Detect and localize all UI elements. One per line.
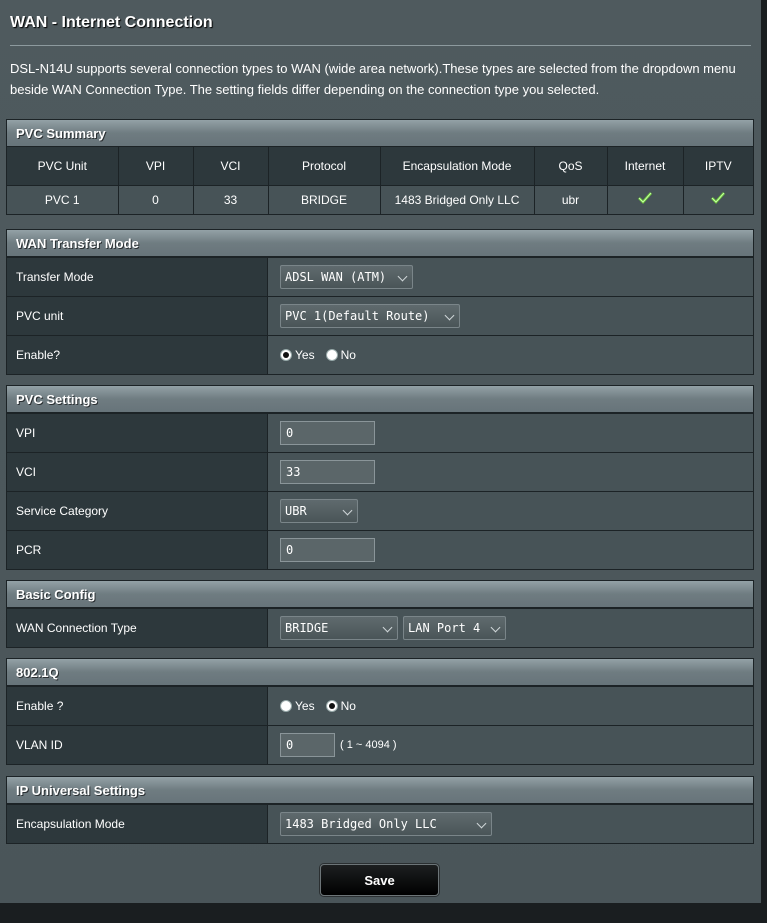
enable-row: Enable? Yes No [7,335,753,374]
transfer-mode-select[interactable]: ADSL WAN (ATM) [280,265,413,289]
vci-input[interactable]: 33 [280,460,375,484]
pcr-label: PCR [7,531,268,569]
vlan-id-label: VLAN ID [7,726,268,764]
encapsulation-mode-select[interactable]: 1483 Bridged Only LLC [280,812,492,836]
enable-yes-radio[interactable]: Yes [280,348,315,362]
pvc-unit-select[interactable]: PVC 1(Default Route) [280,304,460,328]
transfer-mode-row: Transfer Mode ADSL WAN (ATM) [7,257,753,296]
section-title-pvc-summary: PVC Summary [7,120,753,147]
pvc-unit-row: PVC unit PVC 1(Default Route) [7,296,753,335]
pvc-unit-label: PVC unit [7,297,268,335]
service-category-value: UBR [285,504,307,518]
vpi-label: VPI [7,414,268,452]
chevron-down-icon [382,622,393,633]
radio-label-no: No [340,699,356,713]
section-title-basic-config: Basic Config [7,581,753,608]
radio-selected-icon [325,700,338,712]
column-header: QoS [534,147,608,185]
pvc-unit-value: PVC 1(Default Route) [285,309,430,323]
cell-vpi: 0 [118,184,194,214]
page-title: WAN - Internet Connection [10,14,213,31]
enable-label: Enable? [7,336,268,374]
pvc-summary-table: PVC Unit VPI VCI Protocol Encapsulation … [7,147,753,214]
vci-row: VCI 33 [7,452,753,491]
pvc-summary-section: PVC Summary PVC Unit VPI VCI Protocol En… [6,119,754,215]
radio-unselected-icon [325,349,338,361]
cell-pvc-unit: PVC 1 [7,184,119,214]
dot1q-enable-row: Enable ? Yes No [7,686,753,725]
column-header: Protocol [268,147,381,185]
encapsulation-mode-value: 1483 Bridged Only LLC [285,817,437,831]
pvc-settings-section: PVC Settings VPI 0 VCI 33 Service Catego… [6,385,754,570]
section-title-ip-universal: IP Universal Settings [7,777,753,804]
wan-connection-type-row: WAN Connection Type BRIDGE LAN Port 4 [7,608,753,647]
column-header: VPI [118,147,194,185]
table-header-row: PVC Unit VPI VCI Protocol Encapsulation … [7,147,753,185]
column-header: Internet [607,147,684,185]
wan-connection-type-label: WAN Connection Type [7,609,268,647]
cell-qos: ubr [534,184,608,214]
encapsulation-mode-row: Encapsulation Mode 1483 Bridged Only LLC [7,804,753,843]
radio-label-yes: Yes [295,699,315,713]
check-icon [638,192,652,205]
lan-port-value: LAN Port 4 [408,621,481,635]
dot1q-enable-label: Enable ? [7,687,268,725]
radio-label-yes: Yes [295,348,315,362]
service-category-row: Service Category UBR [7,491,753,530]
vpi-row: VPI 0 [7,413,753,452]
service-category-label: Service Category [7,492,268,530]
chevron-down-icon [476,818,487,829]
vci-label: VCI [7,453,268,491]
radio-selected-icon [280,349,292,361]
section-title-dot1q: 802.1Q [7,659,753,686]
section-title-wan-transfer: WAN Transfer Mode [7,230,753,257]
wan-settings-page: WAN - Internet Connection DSL-N14U suppo… [0,0,761,903]
transfer-mode-value: ADSL WAN (ATM) [285,270,387,284]
radio-label-no: No [340,348,356,362]
transfer-mode-label: Transfer Mode [7,258,268,296]
cell-protocol: BRIDGE [268,184,381,214]
vlan-id-input[interactable]: 0 [280,733,335,757]
cell-iptv [683,184,753,214]
vlan-range-hint: ( 1 ~ 4094 ) [340,739,397,751]
pcr-input[interactable]: 0 [280,538,375,562]
dot1q-yes-radio[interactable]: Yes [280,699,315,713]
vlan-id-row: VLAN ID 0 ( 1 ~ 4094 ) [7,725,753,764]
pcr-row: PCR 0 [7,530,753,569]
chevron-down-icon [490,622,501,633]
wan-connection-type-value: BRIDGE [285,621,329,635]
ip-universal-section: IP Universal Settings Encapsulation Mode… [6,776,754,844]
check-icon [711,192,726,205]
cell-encapsulation: 1483 Bridged Only LLC [380,184,535,214]
title-divider [10,45,751,46]
vpi-input[interactable]: 0 [280,421,375,445]
chevron-down-icon [342,505,353,516]
dot1q-section: 802.1Q Enable ? Yes No VLAN ID 0 ( 1 ~ 4… [6,658,754,765]
encapsulation-mode-label: Encapsulation Mode [7,805,268,843]
column-header: PVC Unit [7,147,119,185]
basic-config-section: Basic Config WAN Connection Type BRIDGE … [6,580,754,648]
column-header: Encapsulation Mode [380,147,535,185]
cell-internet [607,184,684,214]
dot1q-no-radio[interactable]: No [325,699,356,713]
page-description: DSL-N14U supports several connection typ… [10,61,736,97]
cell-vci: 33 [193,184,269,214]
enable-no-radio[interactable]: No [325,348,356,362]
column-header: IPTV [683,147,753,185]
wan-transfer-section: WAN Transfer Mode Transfer Mode ADSL WAN… [6,229,754,375]
radio-unselected-icon [280,700,292,712]
chevron-down-icon [444,310,455,321]
table-row: PVC 1 0 33 BRIDGE 1483 Bridged Only LLC … [7,184,753,214]
service-category-select[interactable]: UBR [280,499,358,523]
column-header: VCI [193,147,269,185]
save-button[interactable]: Save [320,864,439,896]
section-title-pvc-settings: PVC Settings [7,386,753,413]
wan-connection-type-select[interactable]: BRIDGE [280,616,398,640]
lan-port-select[interactable]: LAN Port 4 [403,616,506,640]
chevron-down-icon [397,271,408,282]
